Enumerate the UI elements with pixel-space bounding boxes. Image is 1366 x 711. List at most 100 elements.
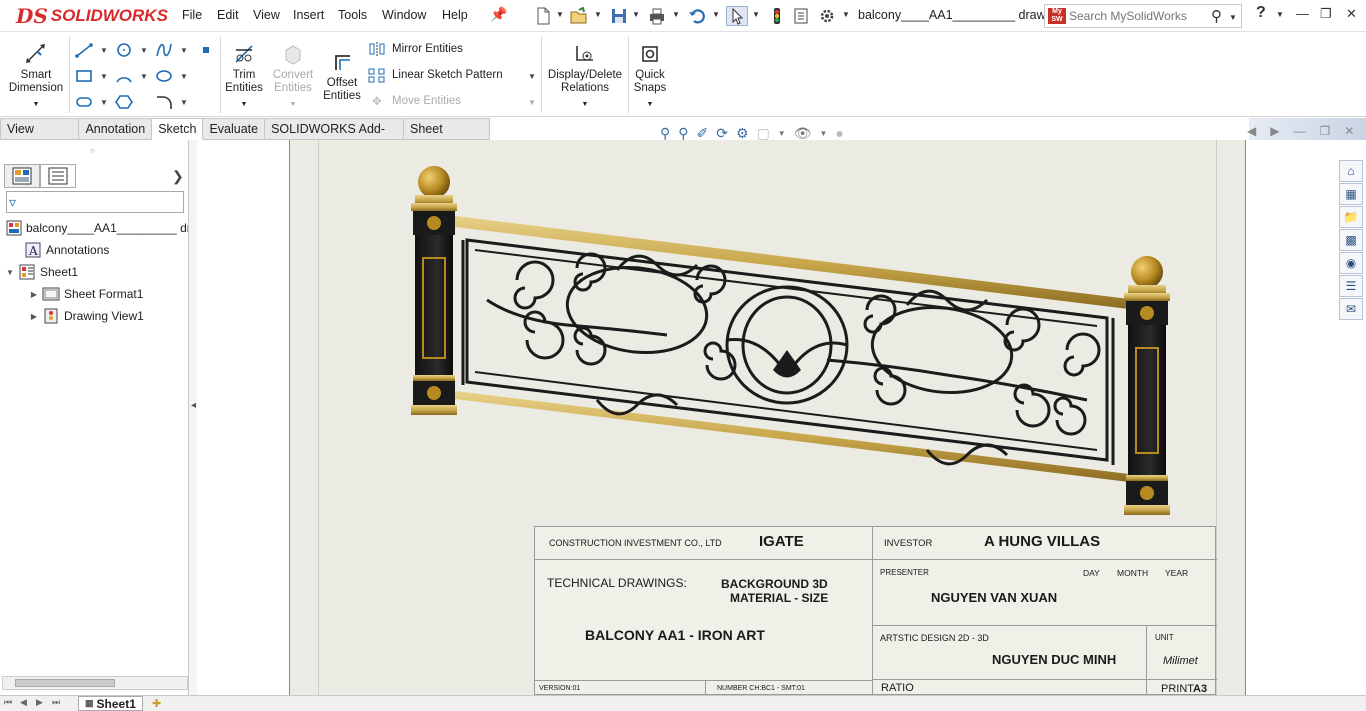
mirror-entities-button[interactable]: Mirror Entities <box>368 41 463 57</box>
apply-scene-icon[interactable]: ● <box>835 125 843 141</box>
tab-evaluate[interactable]: Evaluate <box>203 118 266 140</box>
forum-icon[interactable]: ✉ <box>1339 298 1363 320</box>
tree-item-annotations[interactable]: A Annotations <box>22 240 109 260</box>
print-icon[interactable] <box>646 6 668 26</box>
open-icon[interactable] <box>568 6 590 26</box>
slot-dropdown-icon[interactable]: ▼ <box>100 98 108 107</box>
tree-item-sheet-format1[interactable]: ▶ Sheet Format1 <box>28 284 143 304</box>
pattern-dropdown-icon[interactable]: ▼ <box>528 72 536 81</box>
search-mysolidworks[interactable]: My SW ⚲ ▼ <box>1044 4 1242 28</box>
tree-root-drawing[interactable]: balcony____AA1_________ drawing <box>4 218 188 238</box>
print-dropdown-icon[interactable]: ▼ <box>672 10 680 19</box>
menu-window[interactable]: Window <box>382 8 426 22</box>
tab-solidworks-add-ins[interactable]: SOLIDWORKS Add-Ins <box>265 118 404 157</box>
tree-item-drawing-view1[interactable]: ▶ Drawing View1 <box>28 306 144 326</box>
move-entities-button[interactable]: ✥ Move Entities <box>368 93 461 109</box>
solidworks-resources-icon[interactable]: ⌂ <box>1339 160 1363 182</box>
display-style-icon[interactable]: ▢ <box>757 125 770 142</box>
convert-entities-button[interactable]: Convert Entities ▼ <box>270 39 316 111</box>
line-icon[interactable] <box>74 41 94 59</box>
fillet-dropdown-icon[interactable]: ▼ <box>180 98 188 107</box>
help-dropdown-icon[interactable]: ▼ <box>1276 10 1284 19</box>
next-sheet-icon[interactable]: ▶ <box>36 697 43 708</box>
tab-view-layout[interactable]: View Layout <box>0 118 80 157</box>
file-properties-icon[interactable] <box>790 6 812 26</box>
quick-snaps-button[interactable]: Quick Snaps ▼ <box>630 39 670 111</box>
rectangle-dropdown-icon[interactable]: ▼ <box>100 72 108 81</box>
previous-sheet-icon[interactable]: ◀ <box>20 697 27 708</box>
doc-minimize-icon[interactable]: — <box>1293 124 1305 138</box>
help-icon[interactable]: ? <box>1256 4 1266 22</box>
tree-item-sheet1[interactable]: ▼ Sheet1 <box>4 262 78 282</box>
search-input[interactable] <box>1069 8 1209 24</box>
menu-view[interactable]: View <box>253 8 280 22</box>
quick-snaps-dropdown-icon[interactable]: ▼ <box>630 98 670 111</box>
select-dropdown-icon[interactable]: ▼ <box>752 10 760 19</box>
point-icon[interactable] <box>196 41 216 59</box>
property-manager-tab-icon[interactable] <box>40 164 76 188</box>
sheet1-tab[interactable]: ▦ Sheet1 <box>78 696 143 711</box>
expand-panel-icon[interactable]: ▶ <box>1270 124 1279 138</box>
options-dropdown-icon[interactable]: ▼ <box>842 10 850 19</box>
new-document-icon[interactable] <box>532 6 554 26</box>
smart-dimension-dropdown-icon[interactable]: ▼ <box>6 98 66 111</box>
last-sheet-icon[interactable]: ⏭ <box>52 697 60 708</box>
minimize-window-icon[interactable]: — <box>1296 6 1309 21</box>
balcony-railing-3d-view[interactable] <box>407 160 1187 530</box>
display-style-dropdown-icon[interactable]: ▼ <box>778 129 786 138</box>
tab-annotation[interactable]: Annotation <box>79 118 153 140</box>
smart-dimension-button[interactable]: Smart Dimension ▼ <box>6 39 66 111</box>
zoom-to-area-icon[interactable]: ⚲ <box>678 125 688 142</box>
hide-show-dropdown-icon[interactable]: ▼ <box>820 129 828 138</box>
spline-dropdown-icon[interactable]: ▼ <box>180 46 188 55</box>
menu-file[interactable]: File <box>182 8 202 22</box>
add-sheet-icon[interactable]: ✚ <box>152 697 161 710</box>
pin-menu-icon[interactable]: 📌 <box>490 6 507 23</box>
scroll-thumb[interactable] <box>15 679 115 687</box>
menu-edit[interactable]: Edit <box>217 8 239 22</box>
panel-splitter[interactable]: ◂ <box>189 140 197 695</box>
previous-view-icon[interactable]: ✐ <box>697 125 709 142</box>
display-delete-relations-button[interactable]: Display/Delete Relations ▼ <box>546 39 624 111</box>
arc-dropdown-icon[interactable]: ▼ <box>140 72 148 81</box>
file-explorer-icon[interactable]: 📁 <box>1339 206 1363 228</box>
options-icon[interactable] <box>816 6 838 26</box>
expand-arrow-icon[interactable]: ▶ <box>28 312 40 321</box>
open-dropdown-icon[interactable]: ▼ <box>594 10 602 19</box>
rebuild-view-icon[interactable]: ⟳ <box>716 125 728 142</box>
tab-sketch[interactable]: Sketch <box>152 118 204 140</box>
new-dropdown-icon[interactable]: ▼ <box>556 10 564 19</box>
rebuild-icon[interactable] <box>766 6 788 26</box>
tab-sheet-format[interactable]: Sheet Format <box>404 118 490 157</box>
restore-window-icon[interactable]: ❐ <box>1320 6 1332 22</box>
zoom-to-fit-icon[interactable]: ⚲ <box>660 125 670 142</box>
appearances-icon[interactable]: ◉ <box>1339 252 1363 274</box>
view-settings-icon[interactable]: ⚙ <box>736 125 749 142</box>
save-icon[interactable] <box>608 6 630 26</box>
menu-insert[interactable]: Insert <box>293 8 324 22</box>
panel-horizontal-scrollbar[interactable] <box>2 676 188 690</box>
polygon-icon[interactable] <box>114 93 134 111</box>
collapse-panel-icon[interactable]: ◀ <box>1247 124 1256 138</box>
circle-dropdown-icon[interactable]: ▼ <box>140 46 148 55</box>
convert-dropdown-icon[interactable]: ▼ <box>270 98 316 111</box>
solidworks-logo[interactable]: DS SOLIDWORKS <box>16 2 168 30</box>
save-dropdown-icon[interactable]: ▼ <box>632 10 640 19</box>
circle-icon[interactable] <box>114 41 134 59</box>
search-icon[interactable]: ⚲ <box>1211 7 1222 25</box>
trim-entities-button[interactable]: Trim Entities ▼ <box>222 39 266 111</box>
undo-icon[interactable] <box>686 6 708 26</box>
panel-grip-icon[interactable]: ○ <box>90 146 95 155</box>
relations-dropdown-icon[interactable]: ▼ <box>546 98 624 111</box>
linear-sketch-pattern-button[interactable]: Linear Sketch Pattern <box>368 67 503 83</box>
arc-icon[interactable] <box>114 67 134 85</box>
panel-expand-chevron-icon[interactable]: ❯ <box>172 168 184 185</box>
ellipse-dropdown-icon[interactable]: ▼ <box>180 72 188 81</box>
expand-arrow-icon[interactable]: ▶ <box>28 290 40 299</box>
close-window-icon[interactable]: ✕ <box>1346 6 1357 22</box>
menu-tools[interactable]: Tools <box>338 8 367 22</box>
doc-close-icon[interactable]: ✕ <box>1344 124 1354 138</box>
move-dropdown-icon[interactable]: ▼ <box>528 98 536 107</box>
doc-restore-icon[interactable]: ❐ <box>1319 124 1330 138</box>
offset-entities-button[interactable]: Offset Entities <box>320 39 364 103</box>
